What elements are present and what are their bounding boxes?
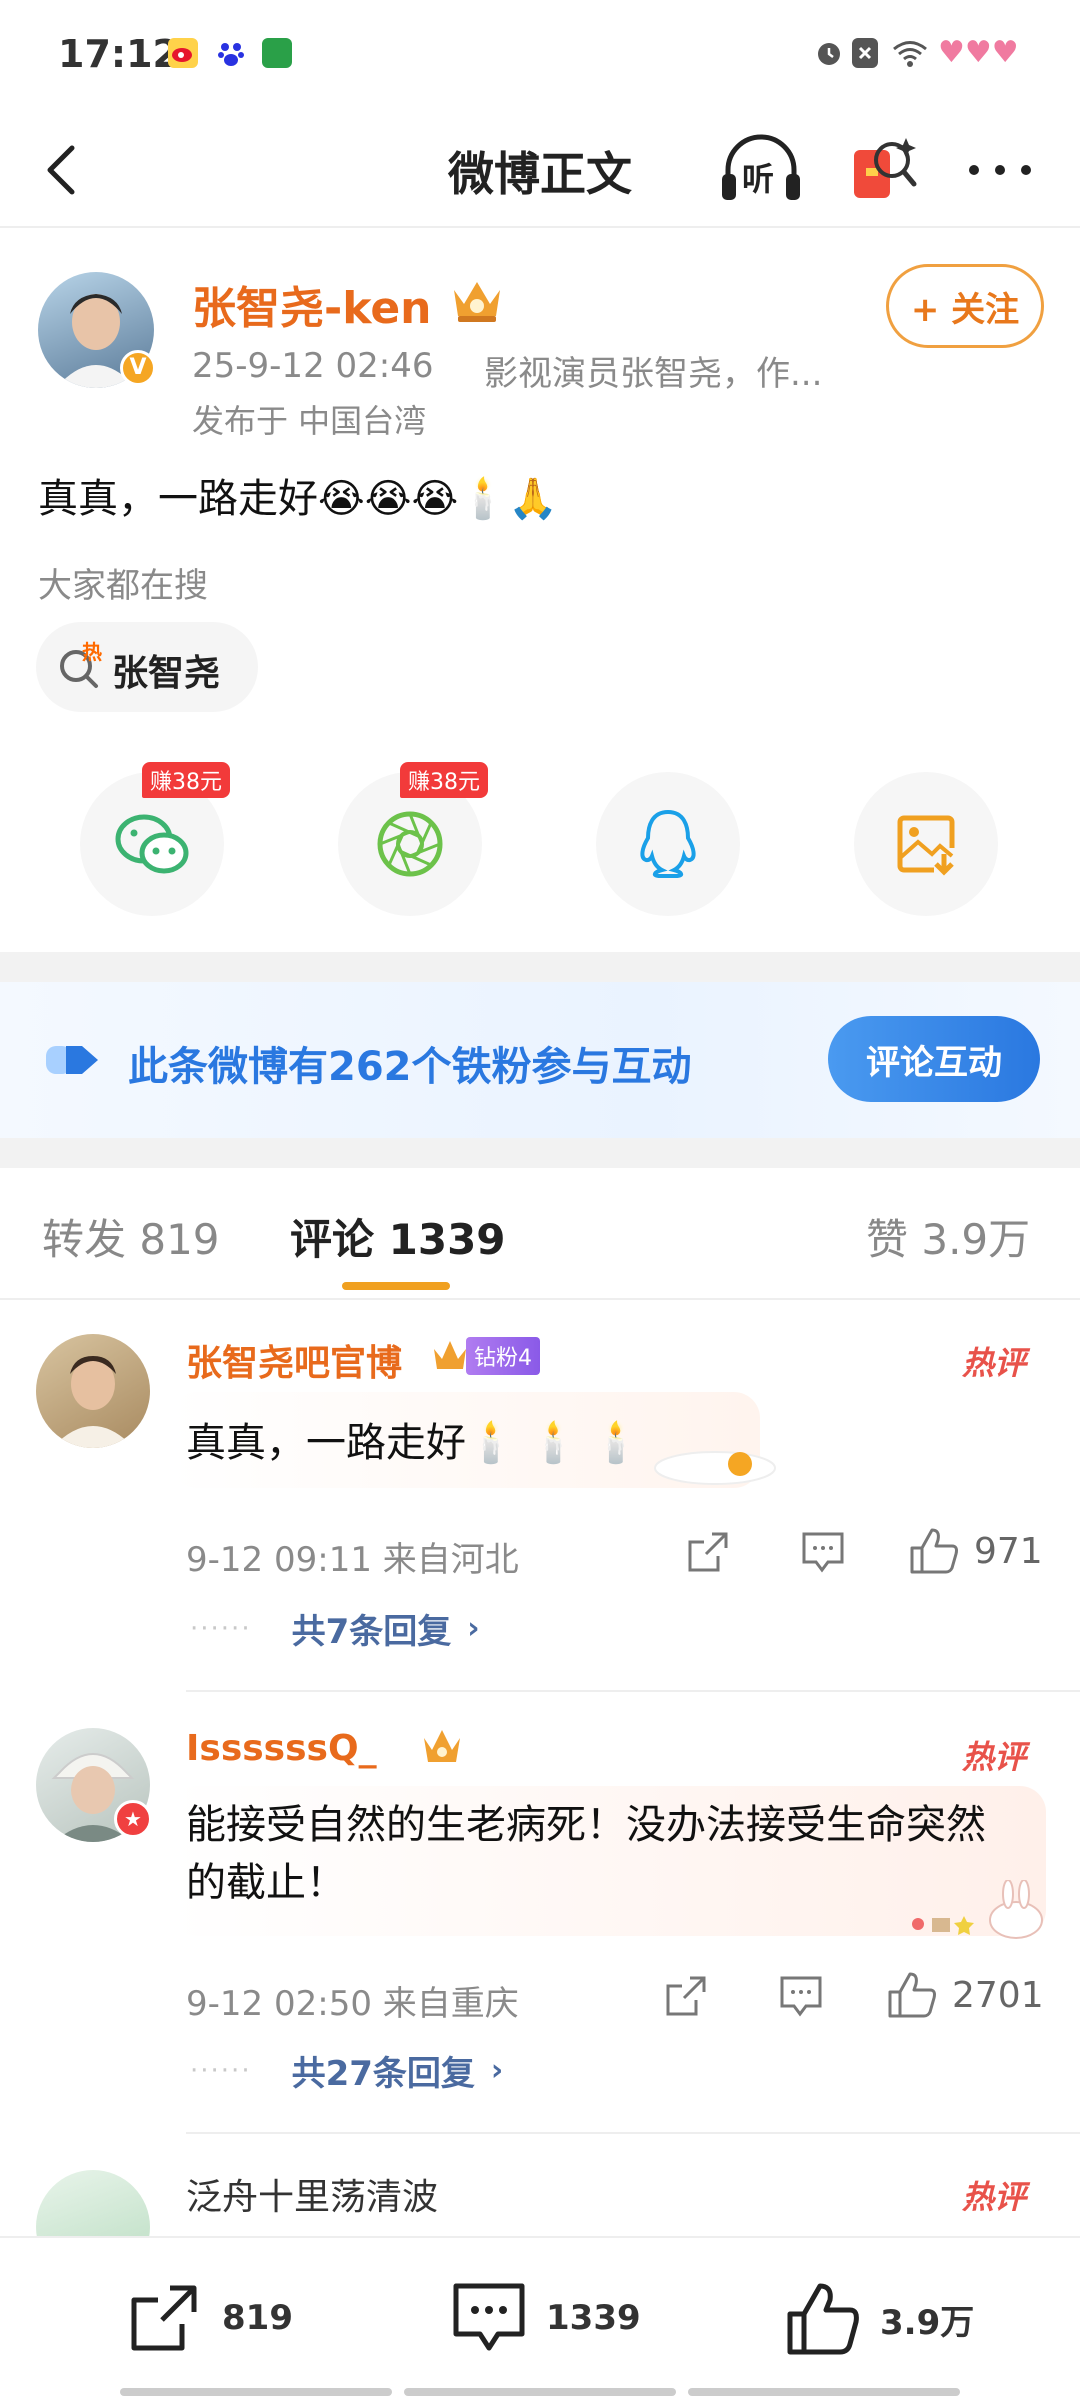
verified-badge-icon: V	[120, 350, 156, 386]
listen-label: 听	[742, 160, 775, 198]
repost-icon	[131, 2285, 197, 2351]
chevron-right-icon: ›	[467, 1611, 480, 1646]
hot-comment-badge: 热评	[962, 2178, 1027, 2216]
wifi-icon	[890, 38, 930, 68]
status-bar: 17:12 ♥♥♥	[0, 0, 1080, 110]
bottom-like-button[interactable]: 3.9万	[784, 2280, 974, 2358]
author-name[interactable]: 张智尧-ken	[192, 272, 432, 336]
comment-meta: 9-12 09:11 来自河北	[186, 1540, 519, 1580]
section-separator	[0, 1138, 1080, 1168]
post-content: 真真，一路走好😭😭😭🕯️🙏	[38, 476, 558, 522]
more-icon[interactable]	[962, 150, 1042, 190]
commenter-name[interactable]: 张智尧吧官博	[186, 1334, 402, 1386]
hearts-icon: ♥♥♥	[938, 35, 1019, 70]
baidu-icon	[216, 38, 246, 68]
hot-search-term: 张智尧	[112, 653, 221, 694]
tabs-divider	[0, 1298, 1080, 1300]
red-envelope-search-icon[interactable]	[848, 130, 918, 210]
comment-text: 真真，一路走好🕯️ 🕯️ 🕯️	[186, 1420, 641, 1466]
commenter-name[interactable]: IssssssQ_	[186, 1728, 377, 1769]
tab-repost[interactable]: 转发 819	[42, 1206, 220, 1267]
bunny-decoration-icon	[912, 1880, 1043, 1939]
wechat-icon	[115, 814, 189, 874]
app-icon	[262, 38, 292, 68]
reply-dots: ······	[190, 2055, 252, 2086]
like-count: 2701	[952, 1974, 1044, 2016]
follow-button[interactable]: + 关注	[886, 264, 1044, 348]
fans-banner-icon	[46, 1046, 98, 1074]
comment-meta: 9-12 02:50 来自重庆	[186, 1984, 519, 2024]
commenter-name[interactable]: 泛舟十里荡清波	[186, 2168, 438, 2220]
bottom-comment-button[interactable]: 1339	[450, 2280, 641, 2356]
weibo-icon	[168, 38, 198, 68]
fans-banner-text: 此条微博有262个铁粉参与互动	[128, 1044, 692, 1090]
hot-search-chip[interactable]: 热 张智尧	[36, 622, 258, 712]
fan-badge: 钻粉4	[430, 1336, 540, 1376]
search-hint-label: 大家都在搜	[38, 566, 208, 606]
alarm-icon	[814, 38, 844, 68]
comment-divider	[186, 2132, 1080, 2134]
post-timestamp: 25-9-12 02:46	[192, 346, 434, 386]
member-badge-icon: ★	[114, 1800, 152, 1838]
hot-comment-badge: 热评	[962, 1738, 1027, 1776]
comment-icon[interactable]	[800, 1530, 846, 1574]
earn-badge: 赚38元	[400, 762, 488, 798]
bottom-comment-count: 1339	[546, 2298, 641, 2338]
share-wechat-button[interactable]: 赚38元	[80, 762, 230, 916]
like-button[interactable]: 2701	[886, 1970, 1044, 2020]
bottom-like-count: 3.9万	[880, 2302, 975, 2343]
repost-icon[interactable]	[664, 1974, 708, 2018]
close-box-icon	[852, 38, 878, 68]
reply-count: 共27条回复	[291, 2054, 475, 2094]
like-icon	[888, 1972, 936, 2018]
save-image-button[interactable]	[854, 772, 998, 916]
tab-likes[interactable]: 赞 3.9万	[866, 1206, 1030, 1267]
fans-banner: 此条微博有262个铁粉参与互动 评论互动	[0, 982, 1080, 1138]
egg-decoration-icon	[654, 1451, 776, 1485]
crown-badge-icon	[448, 274, 506, 324]
hot-comment-badge: 热评	[962, 1344, 1027, 1382]
crown-icon	[424, 1730, 460, 1762]
like-icon	[787, 2283, 859, 2355]
headphones-icon[interactable]: 听	[716, 128, 806, 212]
save-image-icon	[897, 815, 955, 876]
reply-count: 共7条回复	[291, 1612, 452, 1652]
earn-badge: 赚38元	[142, 762, 230, 798]
view-replies-link[interactable]: ······ 共27条回复 ›	[190, 2046, 503, 2095]
page-title: 微博正文	[448, 147, 632, 201]
author-description: 影视演员张智尧，作...	[484, 354, 823, 394]
like-count: 971	[974, 1530, 1043, 1572]
post-location: 发布于 中国台湾	[192, 402, 427, 440]
nav-bar: 微博正文 听	[0, 110, 1080, 228]
tab-comments[interactable]: 评论 1339	[290, 1206, 506, 1267]
chevron-right-icon: ›	[490, 2053, 504, 2088]
bottom-action-bar: 819 1339 3.9万	[0, 2236, 1080, 2400]
view-replies-link[interactable]: ······ 共7条回复 ›	[190, 1604, 480, 1653]
tab-indicator	[342, 1282, 450, 1290]
section-separator	[0, 952, 1080, 982]
comment-icon	[453, 2283, 525, 2351]
bottom-repost-count: 819	[222, 2298, 293, 2338]
qq-icon	[640, 809, 696, 878]
share-moments-button[interactable]: 赚38元	[338, 762, 488, 916]
moments-icon	[377, 811, 443, 877]
comment-text: 能接受自然的生老病死！没办法接受生命突然的截止！	[186, 1802, 986, 1906]
repost-icon[interactable]	[686, 1530, 730, 1574]
like-icon	[910, 1528, 958, 1574]
scroll-indicator	[120, 2388, 960, 2396]
comment-icon[interactable]	[778, 1974, 824, 2018]
comment-interact-button[interactable]: 评论互动	[828, 1016, 1040, 1102]
commenter-avatar[interactable]	[36, 1334, 150, 1448]
bottom-repost-button[interactable]: 819	[126, 2280, 293, 2356]
crown-icon	[434, 1341, 466, 1369]
hot-badge: 热	[82, 640, 102, 664]
fan-level: 钻粉4	[466, 1337, 540, 1375]
reply-dots: ······	[190, 1613, 252, 1644]
like-button[interactable]: 971	[908, 1526, 1043, 1576]
share-qq-button[interactable]	[596, 772, 740, 916]
status-time: 17:12	[58, 32, 179, 76]
comment-divider	[186, 1690, 1080, 1692]
